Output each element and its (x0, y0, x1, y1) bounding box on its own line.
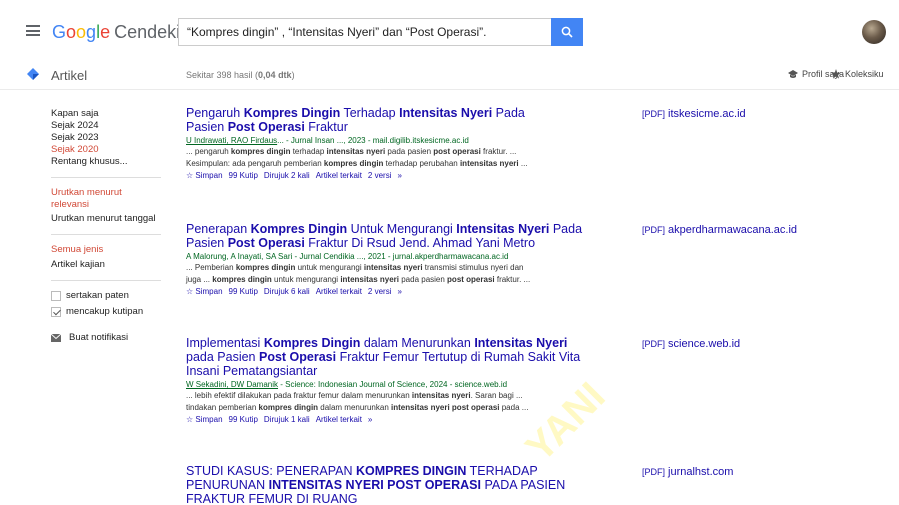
filter-sidebar: Kapan saja Sejak 2024 Sejak 2023 Sejak 2… (51, 108, 161, 344)
result-snippet: ... lebih efektif dilakukan pada fraktur… (186, 391, 523, 400)
result-item: Penerapan Kompres Dingin Untuk Mengurang… (186, 222, 606, 298)
search-box (178, 18, 583, 46)
filter-any-time[interactable]: Kapan saja (51, 108, 161, 120)
pdf-tag: [PDF] (642, 225, 666, 235)
result-authors[interactable]: W Sekadini, DW Damanik (186, 380, 278, 389)
related-articles-link[interactable]: Artikel terkait (316, 170, 362, 182)
logo-letter: G (52, 22, 67, 42)
result-snippet: ... Pemberian kompres dingin untuk mengu… (186, 263, 524, 272)
sort-by-date[interactable]: Urutkan menurut tanggal (51, 213, 161, 225)
sort-by-relevance[interactable]: Urutkan menurut relevansi (51, 187, 129, 211)
pdf-tag: [PDF] (642, 339, 666, 349)
result-meta: U Indrawati, RAO Firdaus... - Jurnal Ins… (186, 135, 606, 146)
avatar[interactable] (862, 20, 886, 44)
result-count: Sekitar 398 hasil (0,04 dtk) (186, 70, 295, 80)
related-articles-link[interactable]: Artikel terkait (316, 286, 362, 298)
pdf-tag: [PDF] (642, 109, 666, 119)
logo-letter: o (76, 22, 87, 42)
pdf-tag: [PDF] (642, 467, 666, 477)
versions-link[interactable]: 2 versi (368, 170, 392, 182)
pdf-link[interactable]: [PDF] science.web.id (642, 338, 740, 350)
result-item: STUDI KASUS: PENERAPAN KOMPRES DINGIN TE… (186, 464, 606, 505)
graduation-cap-icon (788, 69, 798, 78)
create-alert-label: Buat notifikasi (69, 332, 129, 343)
create-alert-link[interactable]: Buat notifikasi (51, 332, 161, 344)
divider (51, 280, 161, 281)
divider (51, 234, 161, 235)
top-bar: Google Cendekia (0, 0, 899, 60)
google-scholar-logo[interactable]: Google Cendekia (52, 22, 190, 43)
my-library-link[interactable]: Koleksiku (831, 69, 884, 79)
pdf-source: science.web.id (668, 338, 741, 350)
articles-icon (27, 68, 39, 80)
result-authors[interactable]: U Indrawati, RAO Firdaus (186, 136, 277, 145)
filter-since-2023[interactable]: Sejak 2023 (51, 132, 161, 144)
result-title[interactable]: Penerapan Kompres Dingin Untuk Mengurang… (186, 222, 596, 250)
pdf-source: itskesicme.ac.id (668, 108, 746, 120)
search-icon (561, 26, 573, 38)
divider (51, 177, 161, 178)
save-link[interactable]: ☆ Simpan (186, 286, 223, 298)
save-link[interactable]: ☆ Simpan (186, 414, 223, 426)
pdf-link[interactable]: [PDF] akperdharmawacana.ac.id (642, 224, 797, 236)
result-actions: ☆ Simpan 99 Kutip Dirujuk 1 kali Artikel te… (186, 414, 606, 426)
search-input[interactable] (179, 19, 551, 45)
result-snippet: juga ... kompres dingin untuk mengurangi… (186, 275, 531, 284)
result-actions: ☆ Simpan 99 Kutip Dirujuk 6 kali Artikel te… (186, 286, 606, 298)
pdf-source: akperdharmawacana.ac.id (668, 224, 798, 236)
more-options-icon[interactable]: » (368, 414, 372, 426)
result-meta: W Sekadini, DW Damanik - Science: Indone… (186, 379, 606, 390)
result-authors: A Malorung, A Inayati, SA Sari (186, 252, 293, 261)
filter-since-2020[interactable]: Sejak 2020 (51, 144, 161, 156)
filter-all-types[interactable]: Semua jenis (51, 244, 161, 256)
filter-custom-range[interactable]: Rentang khusus... (51, 156, 161, 168)
save-link[interactable]: ☆ Simpan (186, 170, 223, 182)
envelope-icon (51, 334, 61, 342)
my-library-label: Koleksiku (845, 69, 884, 79)
result-source: ... - Jurnal Insan ..., 2023 - mail.digi… (277, 136, 469, 145)
filter-review-articles[interactable]: Artikel kajian (51, 259, 161, 271)
include-citations-checkbox[interactable]: mencakup kutipan (51, 306, 161, 318)
include-citations-label: mencakup kutipan (66, 306, 144, 317)
result-title[interactable]: Pengaruh Kompres Dingin Terhadap Intensi… (186, 106, 566, 134)
result-snippet: ... pengaruh kompres dingin terhadap int… (186, 147, 517, 156)
hamburger-menu-icon[interactable] (26, 25, 40, 36)
more-options-icon[interactable]: » (397, 286, 401, 298)
result-snippet: tindakan pemberian kompres dingin dalam … (186, 403, 529, 412)
include-patents-label: sertakan paten (66, 290, 129, 301)
result-snippet: Kesimpulan: ada pengaruh pemberian kompr… (186, 159, 528, 168)
search-button[interactable] (551, 18, 583, 46)
checkbox[interactable] (51, 291, 61, 301)
results-subheader: Artikel Sekitar 398 hasil (0,04 dtk) Pro… (0, 60, 899, 90)
pdf-link[interactable]: [PDF] jurnalhst.com (642, 466, 733, 478)
result-actions: ☆ Simpan 99 Kutip Dirujuk 2 kali Artikel te… (186, 170, 606, 182)
pdf-link[interactable]: [PDF] itskesicme.ac.id (642, 108, 746, 120)
checkbox-checked[interactable] (51, 307, 61, 317)
result-meta: A Malorung, A Inayati, SA Sari - Jurnal … (186, 251, 606, 262)
result-source: - Jurnal Cendikia ..., 2021 - jurnal.akp… (292, 252, 509, 261)
result-title[interactable]: Implementasi Kompres Dingin dalam Menuru… (186, 336, 586, 378)
result-title[interactable]: STUDI KASUS: PENERAPAN KOMPRES DINGIN TE… (186, 464, 586, 505)
cite-link[interactable]: 99 Kutip (229, 170, 258, 182)
cited-by-link[interactable]: Dirujuk 6 kali (264, 286, 310, 298)
filter-since-2024[interactable]: Sejak 2024 (51, 120, 161, 132)
result-item: Pengaruh Kompres Dingin Terhadap Intensi… (186, 106, 606, 182)
cited-by-link[interactable]: Dirujuk 1 kali (264, 414, 310, 426)
articles-label[interactable]: Artikel (51, 68, 87, 83)
cite-link[interactable]: 99 Kutip (229, 414, 258, 426)
star-icon (831, 69, 841, 79)
result-item: Implementasi Kompres Dingin dalam Menuru… (186, 336, 606, 426)
cite-link[interactable]: 99 Kutip (229, 286, 258, 298)
include-patents-checkbox[interactable]: sertakan paten (51, 290, 161, 302)
result-source: - Science: Indonesian Journal of Science… (278, 380, 508, 389)
more-options-icon[interactable]: » (397, 170, 401, 182)
logo-letter: e (100, 22, 111, 42)
pdf-source: jurnalhst.com (668, 466, 734, 478)
related-articles-link[interactable]: Artikel terkait (316, 414, 362, 426)
logo-letter: g (86, 22, 97, 42)
logo-letter: o (66, 22, 77, 42)
cited-by-link[interactable]: Dirujuk 2 kali (264, 170, 310, 182)
versions-link[interactable]: 2 versi (368, 286, 392, 298)
